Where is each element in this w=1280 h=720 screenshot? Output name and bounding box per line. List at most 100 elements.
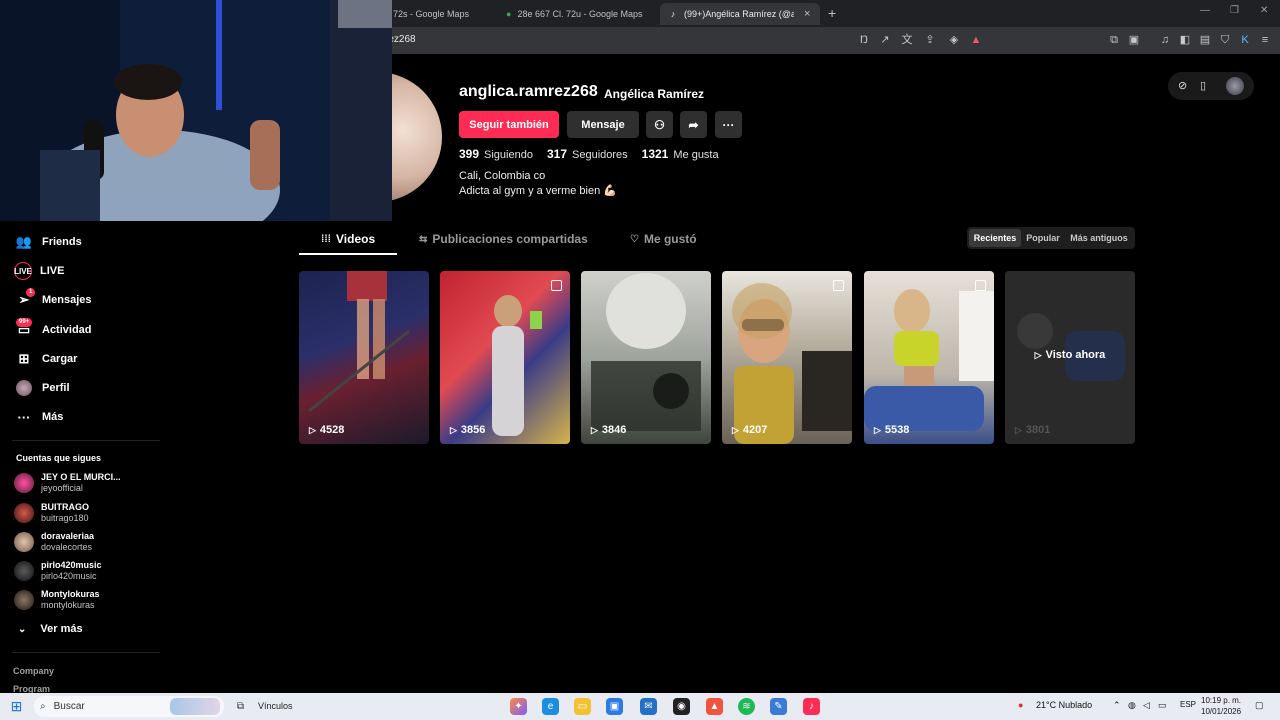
avatar <box>14 561 34 581</box>
store-icon[interactable]: ▣ <box>606 698 623 715</box>
sort-recent-button[interactable]: Recientes <box>969 229 1021 247</box>
followers-count[interactable]: 317 <box>547 147 567 161</box>
more-options-button[interactable]: ··· <box>715 111 742 138</box>
language-indicator[interactable]: ESP <box>1180 700 1196 709</box>
compass-icon[interactable]: ⊘ <box>1178 79 1187 92</box>
following-item[interactable]: Montylokuras montylokuras <box>14 587 100 613</box>
video-cover <box>732 283 852 444</box>
file-explorer-icon[interactable]: ▭ <box>574 698 591 715</box>
minimize-icon[interactable]: — <box>1200 5 1210 16</box>
following-item[interactable]: pirlo420music pirlo420music <box>14 558 102 584</box>
heart-lock-icon: ♡ <box>630 233 639 245</box>
share-profile-button[interactable]: ➦ <box>680 111 707 138</box>
user-avatar[interactable] <box>1226 77 1244 95</box>
reader-icon[interactable]: ▣ <box>1127 33 1141 47</box>
sidebar-item-label: Más <box>42 411 64 423</box>
following-name: BUITRAGO <box>41 502 89 512</box>
share-icon[interactable]: ⇪ <box>923 33 937 47</box>
followers-label[interactable]: Seguidores <box>572 149 628 161</box>
follow-back-button[interactable]: Seguir también <box>459 111 559 138</box>
tab-shared-posts[interactable]: ⇆ Publicaciones compartidas <box>419 232 588 246</box>
message-button[interactable]: Mensaje <box>567 111 639 138</box>
maximize-icon[interactable]: ❐ <box>1230 5 1239 16</box>
tab-videos[interactable]: ⁞⁞⁞ Videos <box>321 232 375 246</box>
play-icon: ▷ <box>591 424 598 435</box>
edge-icon[interactable]: e <box>542 698 559 715</box>
sort-popular-button[interactable]: Popular <box>1023 227 1063 249</box>
following-item[interactable]: BUITRAGO buitrago180 <box>14 500 89 526</box>
wallet-icon[interactable]: ▤ <box>1198 33 1212 47</box>
tab-google-maps-2[interactable]: ● 28e 667 Cl. 72u - Google Maps <box>498 3 650 25</box>
sidebar-item-profile[interactable]: Perfil <box>14 377 70 399</box>
obs-icon[interactable]: ◉ <box>673 698 690 715</box>
new-tab-button[interactable]: + <box>828 5 836 21</box>
app-icon[interactable]: ✎ <box>770 698 787 715</box>
video-thumbnail[interactable]: ▷ 5538 <box>864 271 994 444</box>
task-view-icon[interactable]: ⧉ <box>232 698 249 715</box>
clock-date[interactable]: 10/01/2026 <box>1201 707 1241 716</box>
see-more-button[interactable]: ⌄ Ver más <box>18 623 83 635</box>
sidebar-item-friends[interactable]: 👥 Friends <box>14 231 82 253</box>
sidebar-item-upload[interactable]: ⊞ Cargar <box>14 348 78 370</box>
media-icon[interactable]: ♫ <box>1158 33 1172 47</box>
sidebar-item-live[interactable]: LIVE LIVE <box>14 260 64 282</box>
video-thumbnail[interactable]: ▷ 3856 <box>440 271 570 444</box>
footer-link-company[interactable]: Company <box>13 666 54 676</box>
video-thumbnail[interactable]: ▷ 3846 <box>581 271 711 444</box>
avatar <box>14 473 34 493</box>
following-item[interactable]: doravaleriaa dovalecortes <box>14 529 94 555</box>
video-thumbnail[interactable]: ▷ Visto ahora ▷ 3801 <box>1005 271 1135 444</box>
copilot-icon[interactable]: ✦ <box>510 698 527 715</box>
sidebar-item-label: Perfil <box>42 382 70 394</box>
weather-text[interactable]: 21°C Nublado <box>1036 700 1092 710</box>
brave-rewards-icon[interactable]: ▲ <box>969 33 983 47</box>
sidebar-item-more[interactable]: ··· Más <box>14 406 64 428</box>
menu-icon[interactable]: ≡ <box>1258 33 1272 47</box>
following-handle: jeyoofficial <box>41 483 83 493</box>
translate-icon[interactable]: 文 <box>900 33 914 47</box>
open-external-icon[interactable]: ↗ <box>878 33 892 47</box>
notifications-icon[interactable]: ▢ <box>1255 700 1264 711</box>
brave-shield-icon[interactable]: ◈ <box>947 33 961 47</box>
mail-icon[interactable]: ✉ <box>640 698 657 715</box>
following-item[interactable]: JEY O EL MURCI... jeyoofficial <box>14 470 121 496</box>
tray-app-icon[interactable]: ◍ <box>1128 700 1136 711</box>
tab-liked[interactable]: ♡ Me gustó <box>630 232 697 246</box>
messages-badge: 1 <box>26 288 36 297</box>
volume-icon[interactable]: ◁ <box>1143 700 1150 711</box>
video-thumbnail[interactable]: ▷ 4207 <box>722 271 852 444</box>
sort-oldest-button[interactable]: Más antiguos <box>1065 227 1133 249</box>
following-label[interactable]: Siguiendo <box>484 149 533 161</box>
mobile-icon[interactable]: ▯ <box>1200 79 1206 92</box>
taskbar-search-input[interactable]: ⌕ Buscar <box>34 696 224 717</box>
add-friend-button[interactable]: ⚇ <box>646 111 673 138</box>
profile-stats: 399 Siguiendo 317 Seguidores 1321 Me gus… <box>459 147 733 161</box>
close-window-icon[interactable]: ✕ <box>1260 5 1268 16</box>
brave-browser-icon[interactable]: ▲ <box>706 698 723 715</box>
extensions-icon[interactable]: ⧉ <box>1107 33 1121 47</box>
network-icon[interactable]: ▭ <box>1158 700 1167 711</box>
vpn-icon[interactable]: ⛉ <box>1218 33 1232 47</box>
tray-chevron-icon[interactable]: ⌃ <box>1113 700 1121 711</box>
video-cover <box>591 273 701 431</box>
sidebar-item-messages[interactable]: ➢ 1 Mensajes <box>14 288 92 311</box>
windows-start-icon[interactable]: ⊞ <box>8 698 25 715</box>
play-icon: ▷ <box>1015 424 1022 435</box>
following-count[interactable]: 399 <box>459 147 479 161</box>
sidebar-item-activity[interactable]: ▭ 99+ Actividad <box>14 318 92 341</box>
tab-tiktok[interactable]: ♪ (99+)Angélica Ramírez (@anglica × <box>660 3 820 25</box>
tiktok-app-icon[interactable]: ♪ <box>803 698 820 715</box>
video-thumbnail[interactable]: ▷ 4528 <box>299 271 429 444</box>
no-tracking-icon[interactable]: Ŋ <box>857 33 871 47</box>
weather-icon: ● <box>1018 700 1024 710</box>
play-icon: ▷ <box>450 424 457 435</box>
sidebar-toggle-icon[interactable]: ◧ <box>1178 33 1192 47</box>
extension-k-icon[interactable]: K <box>1238 33 1252 47</box>
more-icon: ··· <box>17 409 31 425</box>
clock-time[interactable]: 10:19 p. m. <box>1201 696 1241 705</box>
activity-badge: 99+ <box>16 318 33 327</box>
close-icon[interactable]: × <box>804 8 810 20</box>
widgets-label[interactable]: Vínculos <box>258 701 293 711</box>
tab-google-maps-1[interactable]: 72s - Google Maps <box>385 3 490 25</box>
spotify-icon[interactable]: ≋ <box>738 698 755 715</box>
